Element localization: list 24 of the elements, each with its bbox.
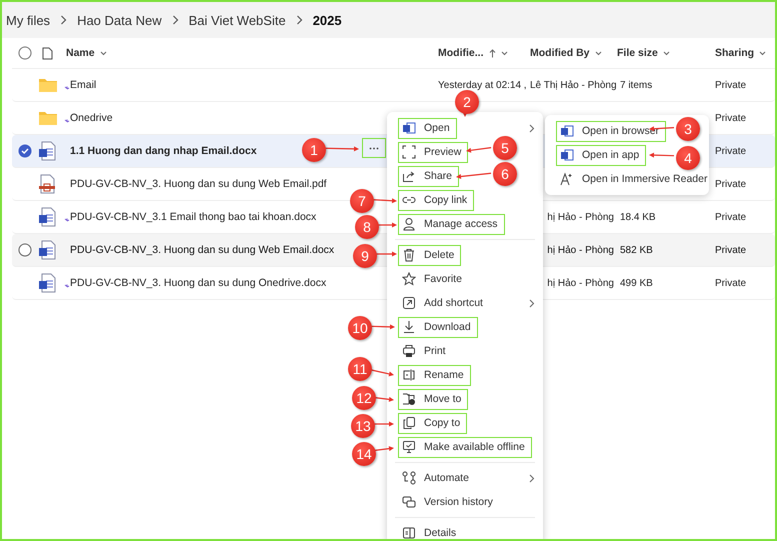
sharing-status: Private <box>715 212 746 222</box>
modified-date: Yesterday at 02:14 , <box>438 80 527 90</box>
callout-badge: 12 <box>352 386 376 410</box>
file-size: 18.4 KB <box>620 212 656 222</box>
sharing-status: Private <box>715 278 746 288</box>
sharing-status: Private <box>715 80 746 90</box>
callout-badge: 14 <box>352 442 376 466</box>
sharing-status: Private <box>715 146 746 156</box>
callout-badge: 8 <box>355 215 379 239</box>
modified-by: hị Hảo - Phòng <box>547 278 614 288</box>
modified-by: Lê Thị Hảo - Phòng <box>530 80 617 90</box>
sharing-status: Private <box>715 244 746 256</box>
callout-badge: 11 <box>348 357 372 381</box>
modified-by: hị Hảo - Phòng <box>547 244 614 256</box>
sharing-status: Private <box>715 178 746 190</box>
file-size: 582 KB <box>620 244 653 256</box>
callout-badge: 13 <box>351 414 375 438</box>
callout-badge: 2 <box>455 90 479 114</box>
callout-badge: 10 <box>348 316 372 340</box>
modified-by: hị Hảo - Phòng <box>547 212 614 222</box>
file-size: 499 KB <box>620 278 653 288</box>
sharing-status: Private <box>715 112 746 124</box>
file-size: 7 items <box>620 80 652 90</box>
callout-badge: 7 <box>350 189 374 213</box>
